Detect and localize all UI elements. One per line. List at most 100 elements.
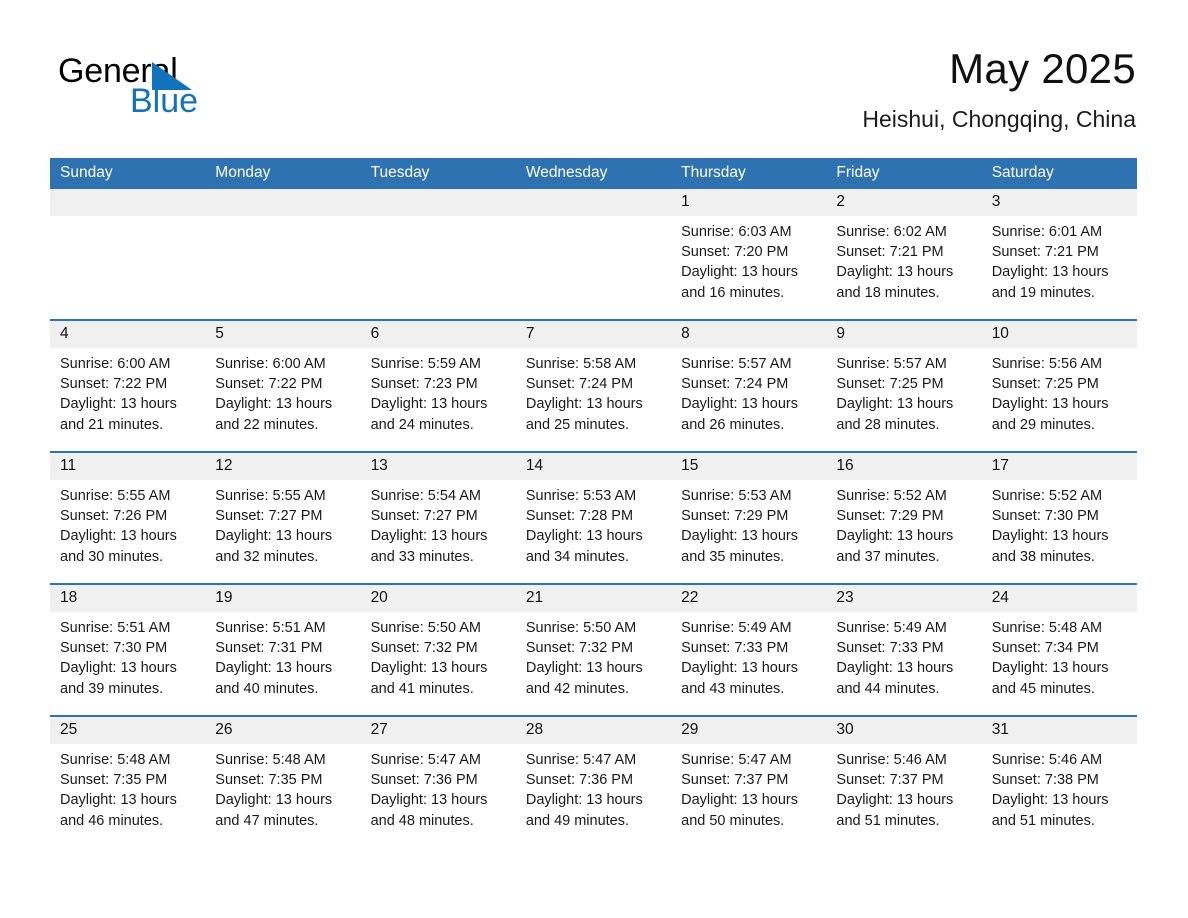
sunset-text: Sunset: 7:37 PM (836, 772, 944, 789)
calendar-day-cell[interactable]: 7 Sunrise: 5:58 AM Sunset: 7:24 PM Daylight… (515, 319, 672, 452)
calendar-day-cell[interactable]: 12 Sunrise: 5:55 AM Sunset: 7:27 PM Dayligh… (205, 451, 361, 584)
calendar-body: 1 Sunrise: 6:03 AM Sunset: 7:20 PM Daylight… (50, 189, 1137, 847)
calendar-day-cell[interactable]: 16 Sunrise: 5:52 AM Sunset: 7:29 PM Dayligh… (826, 451, 982, 584)
daylight-text: and 19 minutes. (991, 284, 1095, 301)
sunrise-text: Sunrise: 5:52 AM (836, 488, 947, 504)
calendar-day-cell[interactable]: 8 Sunrise: 5:57 AM Sunset: 7:24 PM Daylight… (671, 319, 827, 452)
sunset-text: Sunset: 7:29 PM (681, 508, 789, 525)
day-details (361, 216, 516, 319)
calendar-day-cell[interactable]: 23 Sunrise: 5:49 AM Sunset: 7:33 PM Dayligh… (826, 583, 982, 716)
day-details: Sunrise: 5:53 AM Sunset: 7:28 PM Daylight:… (516, 480, 671, 583)
calendar-day-cell[interactable]: 2 Sunrise: 6:02 AM Sunset: 7:21 PM Daylight… (826, 189, 982, 320)
calendar-day-cell[interactable]: 19 Sunrise: 5:51 AM Sunset: 7:31 PM Dayligh… (205, 583, 361, 716)
calendar-day-cell[interactable]: 11 Sunrise: 5:55 AM Sunset: 7:26 PM Dayligh… (50, 451, 206, 584)
daylight-text: Daylight: 13 hours (991, 264, 1109, 281)
day-number: 16 (826, 453, 982, 480)
calendar-day-cell[interactable]: 27 Sunrise: 5:47 AM Sunset: 7:36 PM Dayligh… (360, 715, 516, 847)
day-number: 29 (671, 717, 827, 744)
calendar-day-cell[interactable]: 21 Sunrise: 5:50 AM Sunset: 7:32 PM Dayligh… (515, 583, 672, 716)
calendar-day-cell[interactable]: 25 Sunrise: 5:48 AM Sunset: 7:35 PM Dayligh… (50, 715, 206, 847)
day-details (205, 216, 360, 319)
sunset-text: Sunset: 7:30 PM (60, 640, 168, 657)
day-details: Sunrise: 5:52 AM Sunset: 7:29 PM Daylight:… (826, 480, 981, 583)
day-details: Sunrise: 5:55 AM Sunset: 7:26 PM Daylight:… (50, 480, 205, 583)
sunset-text: Sunset: 7:21 PM (836, 244, 944, 261)
day-details: Sunrise: 5:56 AM Sunset: 7:25 PM Daylight:… (982, 348, 1137, 451)
calendar-day-cell[interactable]: 26 Sunrise: 5:48 AM Sunset: 7:35 PM Dayligh… (205, 715, 361, 847)
daylight-text: and 22 minutes. (215, 416, 319, 433)
sunrise-text: Sunrise: 5:56 AM (991, 356, 1103, 372)
day-number: 24 (981, 585, 1137, 612)
sunrise-text: Sunrise: 6:03 AM (681, 224, 792, 240)
calendar-day-cell[interactable]: 22 Sunrise: 5:49 AM Sunset: 7:33 PM Dayligh… (671, 583, 827, 716)
daylight-text: and 50 minutes. (681, 812, 785, 829)
sunrise-text: Sunrise: 6:02 AM (836, 224, 947, 240)
calendar-day-cell[interactable]: 28 Sunrise: 5:47 AM Sunset: 7:36 PM Dayligh… (515, 715, 672, 847)
calendar-day-cell[interactable]: 14 Sunrise: 5:53 AM Sunset: 7:28 PM Dayligh… (515, 451, 672, 584)
sunset-text: Sunset: 7:30 PM (991, 508, 1099, 525)
calendar-day-cell[interactable]: 24 Sunrise: 5:48 AM Sunset: 7:34 PM Dayligh… (981, 583, 1137, 716)
calendar-day-cell[interactable]: 6 Sunrise: 5:59 AM Sunset: 7:23 PM Daylight… (360, 319, 516, 452)
calendar-day-cell[interactable]: 9 Sunrise: 5:57 AM Sunset: 7:25 PM Daylight… (826, 319, 982, 452)
calendar-day-cell[interactable]: 15 Sunrise: 5:53 AM Sunset: 7:29 PM Dayligh… (671, 451, 827, 584)
calendar-day-cell[interactable]: 20 Sunrise: 5:50 AM Sunset: 7:32 PM Dayligh… (360, 583, 516, 716)
calendar-day-cell[interactable]: 17 Sunrise: 5:52 AM Sunset: 7:30 PM Dayligh… (981, 451, 1137, 584)
daylight-text: and 18 minutes. (836, 284, 940, 301)
weekday-header-sunday: Sunday (50, 158, 206, 189)
calendar-day-cell[interactable]: 30 Sunrise: 5:46 AM Sunset: 7:37 PM Dayligh… (826, 715, 982, 847)
day-number: 21 (515, 585, 672, 612)
day-details: Sunrise: 5:58 AM Sunset: 7:24 PM Daylight:… (516, 348, 671, 451)
calendar-day-cell[interactable]: 18 Sunrise: 5:51 AM Sunset: 7:30 PM Dayligh… (50, 583, 206, 716)
calendar-day-cell[interactable]: 3 Sunrise: 6:01 AM Sunset: 7:21 PM Daylight… (981, 189, 1137, 320)
calendar-week-row: 4 Sunrise: 6:00 AM Sunset: 7:22 PM Daylight… (50, 319, 1137, 452)
calendar-day-cell[interactable]: 31 Sunrise: 5:46 AM Sunset: 7:38 PM Dayligh… (981, 715, 1137, 847)
daylight-text: and 51 minutes. (991, 812, 1095, 829)
day-number: 17 (981, 453, 1137, 480)
page-title: May 2025 (949, 45, 1136, 92)
sunset-text: Sunset: 7:23 PM (370, 376, 478, 393)
sunset-text: Sunset: 7:21 PM (991, 244, 1099, 261)
sunrise-text: Sunrise: 5:54 AM (370, 488, 481, 504)
day-number: 27 (360, 717, 516, 744)
sunset-text: Sunset: 7:36 PM (370, 772, 478, 789)
day-number: 6 (360, 321, 516, 348)
day-number: 3 (981, 189, 1137, 216)
sunrise-text: Sunrise: 5:55 AM (60, 488, 171, 504)
weekday-header-tuesday: Tuesday (360, 158, 516, 189)
calendar-header-row: Sunday Monday Tuesday Wednesday Thursday Frid… (50, 158, 1137, 189)
day-number: 28 (515, 717, 672, 744)
daylight-text: Daylight: 13 hours (525, 528, 643, 545)
sunrise-text: Sunrise: 5:46 AM (991, 752, 1103, 768)
daylight-text: and 42 minutes. (525, 680, 630, 697)
sunrise-text: Sunrise: 5:57 AM (681, 356, 792, 372)
logo-text-blue: Blue (130, 82, 199, 120)
day-number: 31 (981, 717, 1137, 744)
day-details: Sunrise: 5:51 AM Sunset: 7:31 PM Daylight:… (205, 612, 360, 715)
sunset-text: Sunset: 7:22 PM (215, 376, 323, 393)
day-details: Sunrise: 6:00 AM Sunset: 7:22 PM Daylight:… (205, 348, 360, 451)
generalblue-logo[interactable]: General Blue (58, 52, 318, 122)
day-details: Sunrise: 5:53 AM Sunset: 7:29 PM Daylight:… (671, 480, 826, 583)
weekday-header-wednesday: Wednesday (515, 158, 672, 189)
calendar-day-cell[interactable]: 13 Sunrise: 5:54 AM Sunset: 7:27 PM Dayligh… (360, 451, 516, 584)
day-details (50, 216, 205, 319)
sunrise-text: Sunrise: 6:00 AM (60, 356, 171, 372)
calendar-day-cell[interactable]: 5 Sunrise: 6:00 AM Sunset: 7:22 PM Daylight… (205, 319, 361, 452)
daylight-text: Daylight: 13 hours (370, 660, 488, 677)
day-details: Sunrise: 5:54 AM Sunset: 7:27 PM Daylight:… (361, 480, 516, 583)
calendar-day-cell[interactable]: 4 Sunrise: 6:00 AM Sunset: 7:22 PM Daylight… (50, 319, 206, 452)
calendar-day-cell[interactable]: 1 Sunrise: 6:03 AM Sunset: 7:20 PM Daylight… (671, 189, 827, 320)
daylight-text: Daylight: 13 hours (60, 528, 177, 545)
sunset-text: Sunset: 7:27 PM (215, 508, 323, 525)
sunset-text: Sunset: 7:26 PM (60, 508, 168, 525)
daylight-text: Daylight: 13 hours (836, 264, 954, 281)
day-number (360, 189, 516, 216)
calendar-day-cell[interactable]: 29 Sunrise: 5:47 AM Sunset: 7:37 PM Dayligh… (671, 715, 827, 847)
day-number: 12 (205, 453, 361, 480)
day-details: Sunrise: 5:50 AM Sunset: 7:32 PM Daylight:… (516, 612, 671, 715)
sunrise-text: Sunrise: 5:49 AM (836, 620, 947, 636)
daylight-text: Daylight: 13 hours (681, 264, 798, 281)
daylight-text: Daylight: 13 hours (836, 396, 954, 413)
calendar-day-cell[interactable]: 10 Sunrise: 5:56 AM Sunset: 7:25 PM Dayligh… (981, 319, 1137, 452)
sunrise-text: Sunrise: 5:55 AM (215, 488, 326, 504)
